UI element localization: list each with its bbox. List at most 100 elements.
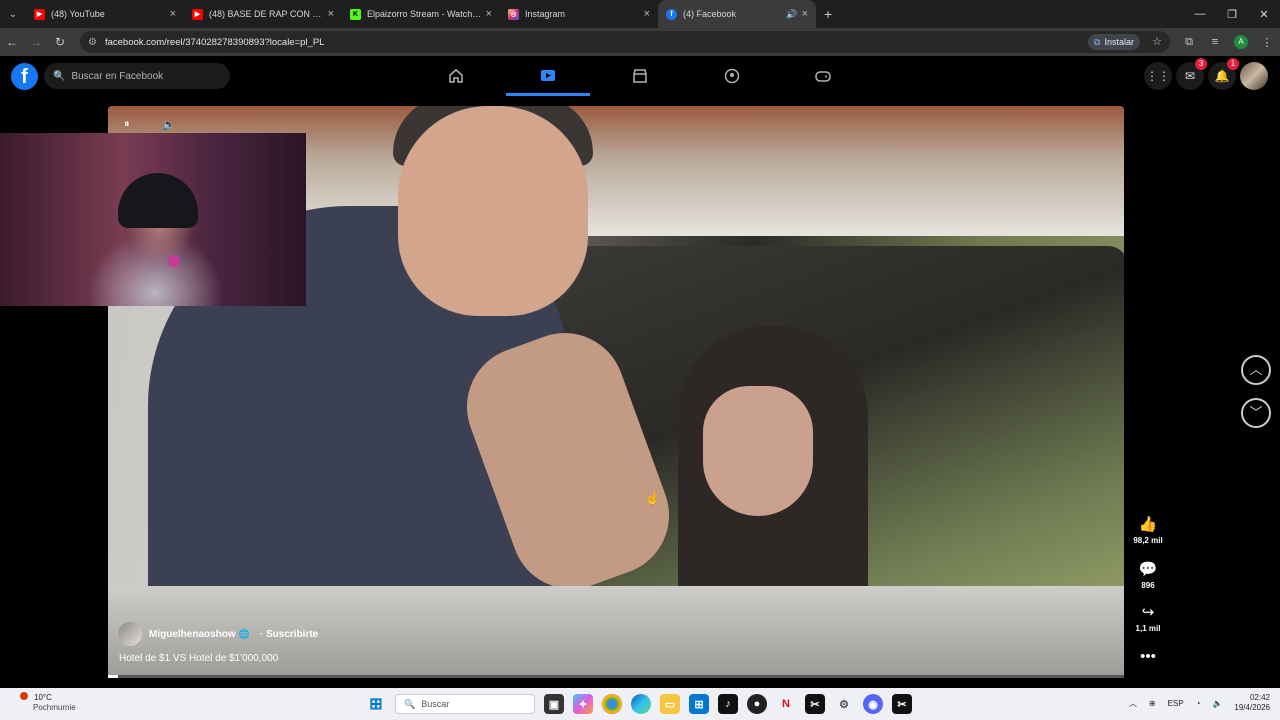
obs-icon[interactable]: ● xyxy=(747,694,767,714)
groups-icon xyxy=(724,68,740,84)
nav-gaming[interactable] xyxy=(781,56,865,96)
next-reel-button[interactable]: ﹀ xyxy=(1241,398,1271,428)
weather-condition: Pochmurnie xyxy=(33,703,76,712)
pause-button[interactable]: ⏸ xyxy=(124,118,130,131)
network-icon[interactable]: ⊕ xyxy=(1149,699,1156,708)
account-avatar[interactable] xyxy=(1240,62,1268,90)
clock-time: 02:42 xyxy=(1249,693,1270,702)
address-bar[interactable]: ⚙ facebook.com/reel/374028278390893?loca… xyxy=(80,31,1170,53)
like-count: 98,2 mil xyxy=(1133,536,1163,545)
facebook-header: f 🔍 Buscar en Facebook ⋮⋮ ✉ 3 🔔 1 xyxy=(0,56,1280,96)
close-tab-icon[interactable]: × xyxy=(486,8,492,20)
back-button[interactable]: ← xyxy=(0,35,24,49)
wifi-icon[interactable]: ◔ xyxy=(1196,699,1201,708)
youtube-icon: ▶ xyxy=(192,8,203,20)
mouse-cursor-icon: ☝ xyxy=(645,491,660,505)
facebook-logo[interactable]: f xyxy=(11,63,38,90)
youtube-icon: ▶ xyxy=(34,8,45,20)
more-options-button[interactable]: ••• xyxy=(1128,648,1168,666)
close-window-button[interactable]: ✕ xyxy=(1248,8,1280,21)
taskbar-search[interactable]: 🔍 Buscar xyxy=(395,694,535,714)
nav-marketplace[interactable] xyxy=(598,56,682,96)
browser-menu-icon[interactable]: ⋮ xyxy=(1254,36,1280,49)
close-tab-icon[interactable]: × xyxy=(328,8,334,20)
netflix-icon[interactable]: N xyxy=(776,694,796,714)
author-avatar[interactable] xyxy=(118,622,142,646)
new-tab-button[interactable]: + xyxy=(824,6,832,22)
url-text: facebook.com/reel/374028278390893?locale… xyxy=(104,36,325,48)
capcut-icon[interactable]: ✂ xyxy=(805,694,825,714)
like-button[interactable]: 👍 98,2 mil xyxy=(1128,516,1168,545)
tab-youtube[interactable]: ▶ (48) YouTube × xyxy=(26,0,184,28)
notifications-button[interactable]: 🔔 1 xyxy=(1208,58,1239,90)
taskbar-search-label: Buscar xyxy=(421,699,450,709)
weather-widget[interactable]: 10°C Pochmurnie xyxy=(20,692,76,713)
start-button[interactable]: ⊞ xyxy=(366,694,386,714)
previous-reel-button[interactable]: ︿ xyxy=(1241,355,1271,385)
windows-taskbar: 10°C Pochmurnie ⊞ 🔍 Buscar ▣ ✦ ▭ ⊞ ♪ ● N … xyxy=(0,688,1280,720)
chrome-icon[interactable] xyxy=(602,694,622,714)
video-progress-fill xyxy=(108,675,119,678)
instagram-icon: ◎ xyxy=(508,8,519,20)
settings-icon[interactable]: ⚙ xyxy=(834,694,854,714)
menu-grid-button[interactable]: ⋮⋮ xyxy=(1144,62,1172,90)
taskbar-clock[interactable]: 02:42 19/4/2026 xyxy=(1234,693,1270,713)
messenger-button[interactable]: ✉ 3 xyxy=(1176,58,1207,90)
profile-avatar[interactable]: A xyxy=(1234,35,1248,49)
minimize-button[interactable]: — xyxy=(1184,8,1216,20)
tiktok-icon[interactable]: ♪ xyxy=(718,694,738,714)
media-controls-icon[interactable]: ≡ xyxy=(1202,36,1228,48)
tray-overflow-icon[interactable]: ︿ xyxy=(1129,698,1137,709)
forward-button[interactable]: → xyxy=(24,35,48,49)
chevron-down-icon: ﹀ xyxy=(1249,405,1263,420)
restore-button[interactable]: ❐ xyxy=(1216,8,1248,21)
tab-instagram[interactable]: ◎ Instagram × xyxy=(500,0,658,28)
close-tab-icon[interactable]: × xyxy=(170,8,176,20)
more-icon: ••• xyxy=(1140,648,1156,665)
notifications-badge: 1 xyxy=(1227,58,1239,70)
facebook-search-input[interactable]: 🔍 Buscar en Facebook xyxy=(44,63,230,89)
webcam-overlay xyxy=(0,133,306,306)
reload-button[interactable]: ↻ xyxy=(48,35,72,49)
volume-icon[interactable]: 🔈 xyxy=(1212,699,1222,708)
tab-title: Instagram xyxy=(525,9,566,19)
tab-base-de-rap[interactable]: ▶ (48) BASE DE RAP CON PALABRAS × xyxy=(184,0,342,28)
close-tab-icon[interactable]: × xyxy=(802,8,808,20)
share-count: 1,1 mil xyxy=(1135,624,1161,633)
globe-icon: 🌐 xyxy=(238,628,250,639)
volume-button[interactable]: 🔈 xyxy=(162,118,176,131)
nav-home[interactable] xyxy=(414,56,498,96)
discord-icon[interactable]: ◉ xyxy=(863,694,883,714)
speaker-icon[interactable]: 🔊 xyxy=(786,9,797,20)
bookmark-star-icon[interactable]: ☆ xyxy=(1152,35,1162,48)
webcam-microphone xyxy=(168,255,180,267)
edge-icon[interactable] xyxy=(631,694,651,714)
tab-kick-stream[interactable]: K Elpaizorro Stream - Watch Live × xyxy=(342,0,500,28)
close-tab-icon[interactable]: × xyxy=(644,8,650,20)
tab-search-button[interactable]: ⌄ xyxy=(0,0,26,28)
install-app-button[interactable]: ⧉ Instalar xyxy=(1088,34,1140,50)
language-indicator[interactable]: ESP xyxy=(1168,699,1184,708)
reel-caption: Hotel de $1 VS Hotel de $1'000,000 xyxy=(119,653,279,664)
task-view-icon[interactable]: ▣ xyxy=(544,694,564,714)
weather-alert-icon xyxy=(20,692,28,700)
install-label: Instalar xyxy=(1104,37,1134,47)
chevron-up-icon: ︿ xyxy=(1249,362,1263,377)
video-progress-bar[interactable] xyxy=(108,675,1124,678)
weather-temperature: 10°C xyxy=(34,693,52,702)
nav-video[interactable] xyxy=(506,56,590,96)
copilot-icon[interactable]: ✦ xyxy=(573,694,593,714)
store-icon[interactable]: ⊞ xyxy=(689,694,709,714)
webcam-headset xyxy=(118,173,198,228)
install-icon: ⧉ xyxy=(1094,36,1101,47)
share-button[interactable]: ↪ 1,1 mil xyxy=(1128,604,1168,633)
nav-groups[interactable] xyxy=(690,56,774,96)
tab-facebook[interactable]: f (4) Facebook 🔊 × xyxy=(658,0,816,28)
subscribe-button[interactable]: · Suscribirte xyxy=(260,629,318,640)
site-info-icon[interactable]: ⚙ xyxy=(88,37,97,48)
author-name[interactable]: Miguelhenaoshow xyxy=(149,629,236,640)
file-explorer-icon[interactable]: ▭ xyxy=(660,694,680,714)
extensions-icon[interactable]: ⧉ xyxy=(1176,36,1202,49)
capcut-icon[interactable]: ✂ xyxy=(892,694,912,714)
comment-button[interactable]: 💬 896 xyxy=(1128,561,1168,590)
